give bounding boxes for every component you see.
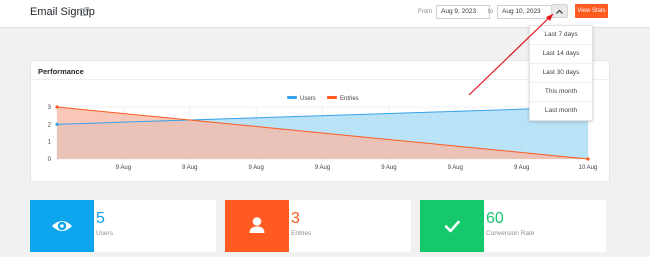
check-icon xyxy=(444,220,460,233)
to-label: to xyxy=(488,9,494,15)
entries-label: Entries xyxy=(291,230,312,237)
menu-item-last-30-days[interactable]: Last 30 days xyxy=(530,64,592,83)
x-tick-label: 10 Aug xyxy=(579,165,598,171)
users-stat-card: 5 Users xyxy=(30,200,216,252)
view-stats-button[interactable]: View Stats xyxy=(575,4,608,18)
x-tick-label: 9 Aug xyxy=(381,165,396,171)
x-tick-label: 9 Aug xyxy=(182,165,197,171)
menu-item-last-month[interactable]: Last month xyxy=(530,102,592,120)
users-count: 5 xyxy=(96,210,105,227)
entries-count: 3 xyxy=(291,210,300,227)
to-date-input[interactable]: Aug 10, 2023 xyxy=(497,5,553,19)
menu-item-last-14-days[interactable]: Last 14 days xyxy=(530,45,592,64)
y-tick-label: 0 xyxy=(48,157,52,163)
data-point xyxy=(55,105,59,109)
conversion-count: 60 xyxy=(486,210,504,227)
performance-chart: 0 1 2 3 9 Aug 9 Aug 9 Aug 9 Aug 9 Aug 9 Aug 9 Aug 1… xyxy=(48,96,598,171)
legend-label: Entries xyxy=(340,96,359,102)
legend-swatch xyxy=(327,96,337,99)
y-tick-label: 3 xyxy=(48,105,52,111)
users-label: Users xyxy=(96,230,113,237)
from-date-input[interactable]: Aug 9, 2023 xyxy=(436,5,490,19)
date-range-dropdown-toggle[interactable] xyxy=(551,4,568,18)
y-tick-label: 2 xyxy=(48,122,52,128)
data-point xyxy=(586,157,590,161)
conversion-stat-card: 60 Conversion Rate xyxy=(420,200,606,252)
entries-icon-box xyxy=(225,200,289,252)
entries-stat-card: 3 Entries xyxy=(225,200,411,252)
x-tick-label: 9 Aug xyxy=(248,165,263,171)
users-icon-box xyxy=(30,200,94,252)
eye-icon xyxy=(52,221,72,231)
performance-card: Performance 01239 Aug 9 Aug 9 Aug 9 Aug 9 Au… xyxy=(30,60,610,182)
date-range-menu: Last 7 days Last 14 days Last 30 days Th… xyxy=(529,25,593,121)
x-tick-label: 9 Aug xyxy=(448,165,463,171)
top-bar: Email Signup From Aug 9, 2023 to Aug 10,… xyxy=(0,0,650,28)
data-point xyxy=(55,122,59,126)
external-link-icon[interactable] xyxy=(80,7,89,16)
menu-item-this-month[interactable]: This month xyxy=(530,83,592,102)
x-tick-label: 9 Aug xyxy=(116,165,131,171)
conversion-icon-box xyxy=(420,200,484,252)
chevron-up-icon xyxy=(556,9,563,14)
menu-item-last-7-days[interactable]: Last 7 days xyxy=(530,26,592,45)
conversion-label: Conversion Rate xyxy=(486,230,535,237)
legend-swatch xyxy=(287,96,297,99)
y-tick-label: 1 xyxy=(48,140,52,146)
from-label: From xyxy=(418,9,432,15)
legend-label: Users xyxy=(300,96,316,102)
x-tick-label: 9 Aug xyxy=(514,165,529,171)
user-icon xyxy=(249,217,265,233)
x-tick-label: 9 Aug xyxy=(315,165,330,171)
